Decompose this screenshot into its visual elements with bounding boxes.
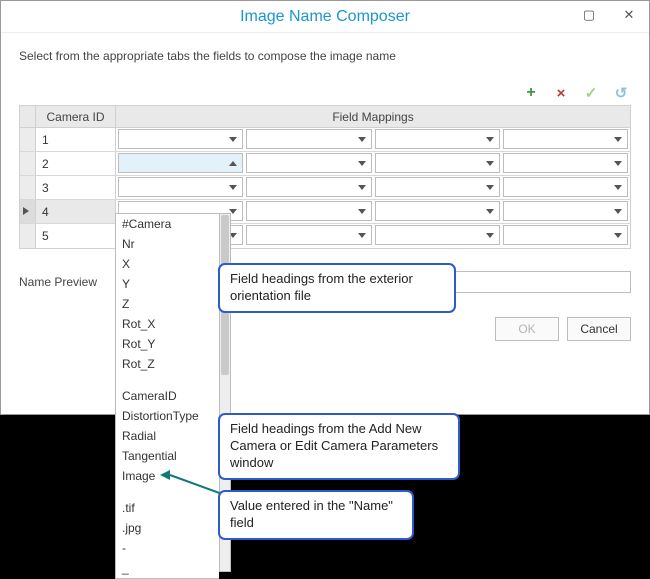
- ok-button[interactable]: OK: [495, 317, 559, 341]
- grid-corner: [20, 106, 36, 127]
- annotation-callout: Field headings from the exterior orienta…: [218, 263, 456, 313]
- mapping-combo[interactable]: [118, 177, 243, 197]
- mapping-combo[interactable]: [375, 129, 500, 149]
- row-selector[interactable]: [20, 224, 36, 248]
- dropdown-item[interactable]: Radial: [116, 426, 219, 446]
- dropdown-item[interactable]: _: [116, 558, 219, 578]
- dropdown-item[interactable]: Nr: [116, 234, 219, 254]
- add-icon[interactable]: +: [523, 85, 539, 101]
- mapping-combo[interactable]: [246, 129, 371, 149]
- annotation-callout: Value entered in the "Name" field: [218, 490, 414, 540]
- mapping-combo[interactable]: [503, 201, 628, 221]
- mapping-combo[interactable]: [503, 129, 628, 149]
- camera-id-header: Camera ID: [36, 106, 116, 127]
- mapping-combo[interactable]: [375, 225, 500, 245]
- table-row: 3: [20, 176, 630, 200]
- dropdown-item[interactable]: .jpg: [116, 518, 219, 538]
- mapping-combo[interactable]: [246, 177, 371, 197]
- mapping-combo-open[interactable]: [118, 153, 243, 173]
- image-name-composer-window: Image Name Composer ▢ ✕ Select from the …: [0, 0, 650, 415]
- dropdown-item[interactable]: .tif: [116, 498, 219, 518]
- mapping-combo[interactable]: [503, 153, 628, 173]
- dropdown-item[interactable]: Tangential: [116, 446, 219, 466]
- row-selector-current[interactable]: [20, 200, 36, 223]
- row-selector[interactable]: [20, 128, 36, 151]
- grid-header: Camera ID Field Mappings: [20, 106, 630, 128]
- dropdown-item[interactable]: #Camera: [116, 214, 219, 234]
- camera-id-cell: 1: [36, 128, 116, 151]
- name-preview-label: Name Preview: [19, 275, 109, 289]
- table-row: 5: [20, 224, 630, 248]
- mapping-combo[interactable]: [246, 201, 371, 221]
- camera-id-cell: 3: [36, 176, 116, 199]
- table-row: 2: [20, 152, 630, 176]
- instruction-text: Select from the appropriate tabs the fie…: [19, 49, 631, 63]
- row-selector[interactable]: [20, 152, 36, 175]
- window-controls: ▢ ✕: [569, 1, 649, 29]
- dropdown-item[interactable]: Rot_Y: [116, 334, 219, 354]
- mapping-combo[interactable]: [503, 225, 628, 245]
- field-mappings-header: Field Mappings: [116, 106, 630, 127]
- mapping-combo[interactable]: [118, 129, 243, 149]
- titlebar: Image Name Composer ▢ ✕: [1, 1, 649, 33]
- apply-icon[interactable]: ✓: [583, 85, 599, 101]
- mappings-grid: Camera ID Field Mappings 1 2: [19, 105, 631, 249]
- mapping-combo[interactable]: [503, 177, 628, 197]
- camera-id-cell: 2: [36, 152, 116, 175]
- dialog-buttons: OK Cancel: [19, 317, 631, 341]
- dropdown-item[interactable]: Y: [116, 274, 219, 294]
- maximize-button[interactable]: ▢: [569, 1, 609, 29]
- dropdown-item[interactable]: Rot_X: [116, 314, 219, 334]
- dropdown-item[interactable]: X: [116, 254, 219, 274]
- camera-id-cell: 5: [36, 224, 116, 248]
- arrow-icon: [160, 470, 170, 480]
- cancel-button[interactable]: Cancel: [567, 317, 631, 341]
- row-selector[interactable]: [20, 176, 36, 199]
- mapping-combo[interactable]: [375, 153, 500, 173]
- table-row: 4: [20, 200, 630, 224]
- dropdown-item[interactable]: Rot_Z: [116, 354, 219, 374]
- mapping-dropdown-list[interactable]: #Camera Nr X Y Z Rot_X Rot_Y Rot_Z Camer…: [115, 213, 219, 579]
- annotation-callout: Field headings from the Add New Camera o…: [218, 413, 460, 480]
- dropdown-item[interactable]: DistortionType: [116, 406, 219, 426]
- dropdown-item[interactable]: CameraID: [116, 386, 219, 406]
- camera-id-cell: 4: [36, 200, 116, 223]
- dropdown-item[interactable]: -: [116, 538, 219, 558]
- mapping-combo[interactable]: [246, 153, 371, 173]
- close-button[interactable]: ✕: [609, 1, 649, 29]
- delete-icon[interactable]: ×: [553, 85, 569, 101]
- toolbar: + × ✓ ↺: [19, 85, 631, 101]
- mapping-combo[interactable]: [375, 201, 500, 221]
- undo-icon[interactable]: ↺: [613, 85, 629, 101]
- mapping-combo[interactable]: [375, 177, 500, 197]
- mapping-combo[interactable]: [246, 225, 371, 245]
- table-row: 1: [20, 128, 630, 152]
- dropdown-item[interactable]: Z: [116, 294, 219, 314]
- window-title: Image Name Composer: [240, 8, 410, 26]
